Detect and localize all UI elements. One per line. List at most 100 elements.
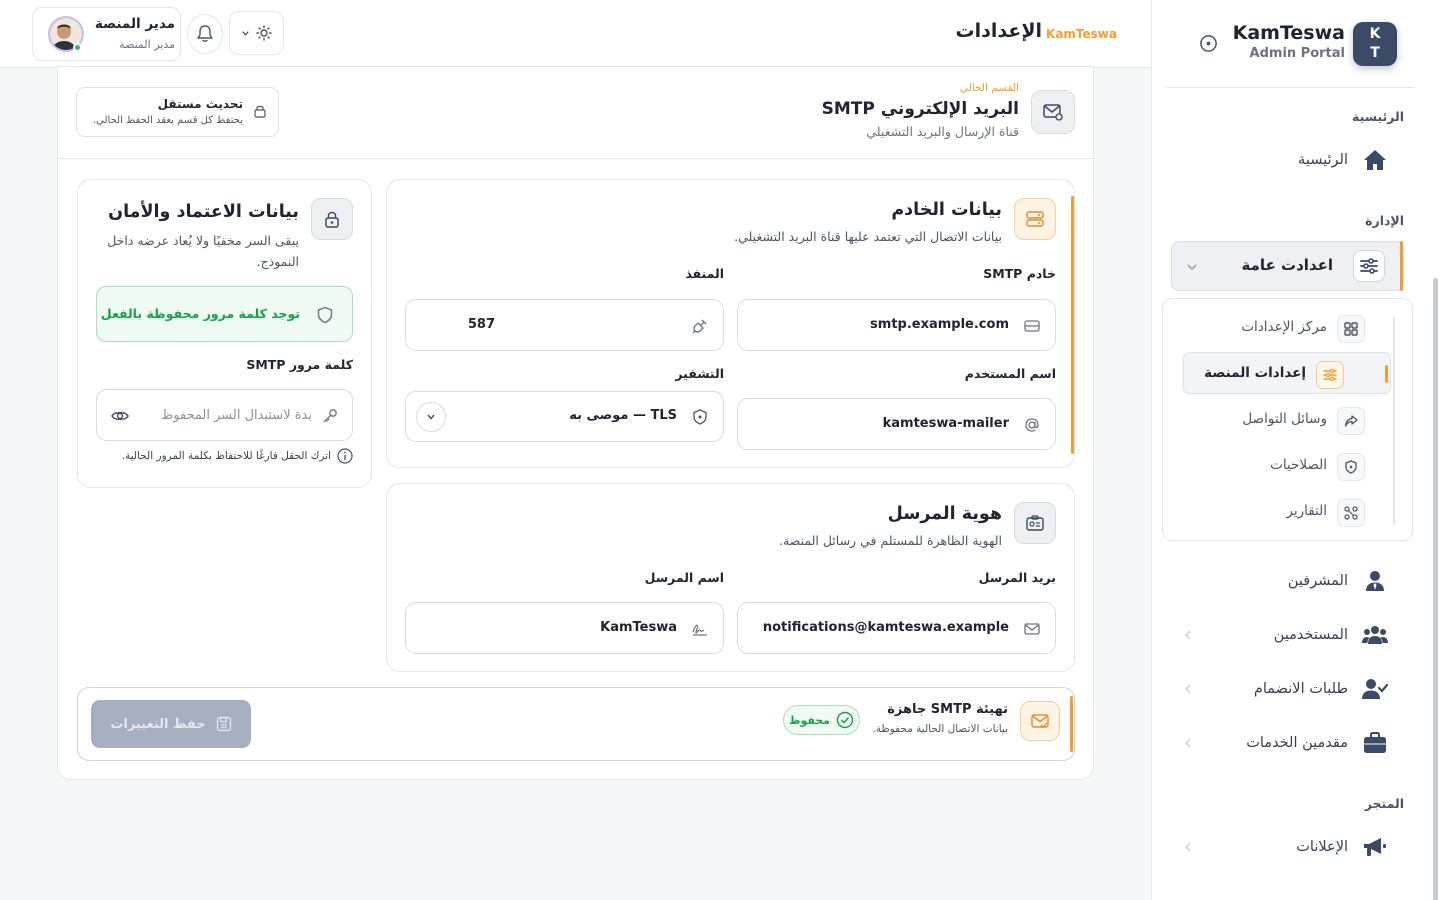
at-sign-icon bbox=[1025, 418, 1039, 432]
sidebar-item-join-requests[interactable]: طلبات الانضمام bbox=[1172, 667, 1408, 711]
current-section-label: القسم الحالي bbox=[959, 82, 1019, 94]
submenu-item-platform-settings[interactable]: إعدادات المنصة bbox=[1183, 352, 1391, 394]
smtp-host-value: smtp.example.com bbox=[870, 317, 1009, 332]
user-menu[interactable]: مدير المنصة مدير المنصة bbox=[32, 7, 181, 61]
port-value: 587 bbox=[467, 317, 495, 332]
mail-check-icon bbox=[1020, 701, 1060, 741]
panel-accent bbox=[1071, 196, 1074, 454]
user-role: مدير المنصة bbox=[119, 38, 175, 51]
submenu-item-reports[interactable]: التقارير bbox=[1183, 491, 1391, 533]
section-title-store: المتجر bbox=[1364, 796, 1404, 811]
server-data-panel: بيانات الخادم بيانات الاتصال التي تعتمد … bbox=[386, 179, 1075, 468]
smtp-settings-card: القسم الحالي البريد الإلكتروني SMTP قناة… bbox=[57, 66, 1094, 780]
lock-refresh-icon bbox=[254, 105, 266, 118]
user-name: مدير المنصة bbox=[94, 16, 175, 32]
sender-name-field[interactable]: KamTeswa bbox=[405, 602, 724, 654]
sidebar-item-supervisors[interactable]: المشرفين bbox=[1172, 559, 1408, 603]
sidebar-item-label: طلبات الانضمام bbox=[1253, 681, 1348, 697]
user-tie-icon bbox=[1362, 568, 1388, 594]
footer-status-subtitle: بيانات الاتصال الحالية محفوظة. bbox=[872, 723, 1008, 735]
home-icon bbox=[1362, 147, 1388, 173]
users-icon bbox=[1362, 622, 1388, 648]
submenu-guide-line bbox=[1393, 317, 1395, 525]
sender-name-value: KamTeswa bbox=[600, 620, 677, 635]
encryption-select[interactable]: TLS — موصى به bbox=[405, 391, 724, 442]
logo-initial-bottom: T bbox=[1370, 45, 1380, 61]
chevron-down-icon bbox=[242, 30, 249, 36]
password-hint: اترك الحقل فارغًا للاحتفاظ بكلمة المرور … bbox=[122, 448, 353, 464]
save-footer: تهيئة SMTP جاهزة بيانات الاتصال الحالية … bbox=[77, 687, 1075, 761]
credentials-security-panel: بيانات الاعتماد والأمان يبقى السر مخفيًا… bbox=[77, 179, 372, 488]
port-field[interactable]: 587 bbox=[405, 299, 724, 351]
active-indicator bbox=[1400, 241, 1403, 291]
status-badge: محفوظ bbox=[783, 705, 860, 735]
submenu-item-permissions[interactable]: الصلاحيات bbox=[1183, 445, 1391, 487]
id-card-icon bbox=[1014, 502, 1056, 544]
key-icon bbox=[323, 409, 337, 423]
credentials-panel-title: بيانات الاعتماد والأمان bbox=[108, 202, 299, 222]
sidebar-item-users[interactable]: المستخدمين bbox=[1172, 613, 1408, 657]
password-hint-text: اترك الحقل فارغًا للاحتفاظ بكلمة المرور … bbox=[121, 450, 331, 462]
brand-tag: KamTeswa bbox=[1046, 27, 1117, 41]
info-icon bbox=[337, 448, 353, 464]
subtitle-line: يبقى السر مخفيًا ولا يُعاد عرضه داخل bbox=[107, 233, 299, 248]
saved-password-note: توجد كلمة مرور محفوظة بالفعل bbox=[96, 286, 353, 342]
submenu-item-settings-center[interactable]: مركز الإعدادات bbox=[1183, 307, 1391, 349]
sidebar-item-service-providers[interactable]: مقدمين الخدمات bbox=[1172, 721, 1408, 765]
username-field[interactable]: kamteswa-mailer bbox=[737, 398, 1056, 450]
smtp-host-label: خادم SMTP bbox=[983, 266, 1056, 281]
smtp-host-field[interactable]: smtp.example.com bbox=[737, 299, 1056, 351]
check-circle-icon bbox=[836, 711, 854, 729]
sidebar-scrollbar[interactable] bbox=[1433, 278, 1438, 900]
sidebar-item-label: مقدمين الخدمات bbox=[1246, 735, 1348, 751]
submenu-item-social[interactable]: وسائل التواصل bbox=[1183, 399, 1391, 441]
eye-icon[interactable] bbox=[111, 407, 129, 425]
envelope-icon bbox=[1024, 623, 1040, 635]
plug-icon bbox=[692, 319, 707, 334]
theme-toggle-button[interactable] bbox=[229, 11, 284, 55]
sidebar-item-label: اعدادت عامة bbox=[1241, 256, 1333, 274]
brand-header: K T KamTeswa Admin Portal bbox=[1152, 0, 1440, 88]
chevron-left-icon bbox=[1184, 630, 1191, 640]
brand-logo[interactable]: K T bbox=[1353, 22, 1397, 66]
sidebar-item-label: المشرفين bbox=[1287, 573, 1348, 589]
chevron-down-icon bbox=[1187, 264, 1197, 271]
collapse-sidebar-icon[interactable] bbox=[1199, 34, 1218, 53]
bell-icon bbox=[197, 25, 213, 42]
port-label: المنفذ bbox=[685, 266, 724, 281]
sun-icon bbox=[256, 25, 272, 41]
sliders-icon bbox=[1353, 250, 1385, 282]
briefcase-icon bbox=[1362, 730, 1388, 756]
smtp-password-input[interactable] bbox=[142, 404, 312, 426]
sender-name-label: اسم المرسل bbox=[644, 570, 724, 585]
submenu-item-label: التقارير bbox=[1286, 503, 1327, 519]
saved-password-text: توجد كلمة مرور محفوظة بالفعل bbox=[100, 306, 300, 321]
sidebar-item-general-settings[interactable]: اعدادت عامة bbox=[1171, 241, 1404, 291]
active-indicator bbox=[1385, 365, 1388, 383]
lock-icon bbox=[311, 198, 353, 240]
sender-email-field[interactable]: notifications@kamteswa.example bbox=[737, 602, 1056, 654]
server-icon bbox=[1014, 198, 1056, 240]
share-icon bbox=[1337, 407, 1365, 435]
server-icon bbox=[1024, 320, 1040, 332]
brand-subtitle: Admin Portal bbox=[1249, 46, 1345, 61]
sender-panel-title: هوية المرسل bbox=[887, 504, 1002, 524]
shield-icon bbox=[1337, 453, 1365, 481]
save-changes-button[interactable]: حفظ التغييرات bbox=[91, 700, 251, 748]
sidebar-item-label: الإعلانات bbox=[1296, 839, 1348, 855]
topbar: الإعدادات KamTeswa مدير المنصة مدير المن… bbox=[0, 0, 1151, 68]
sidebar-item-home[interactable]: الرئيسية bbox=[1172, 138, 1408, 182]
credentials-panel-subtitle: يبقى السر مخفيًا ولا يُعاد عرضه داخل الن… bbox=[107, 230, 299, 272]
smtp-password-field[interactable] bbox=[96, 389, 353, 441]
sidebar-item-ads[interactable]: الإعلانات bbox=[1172, 825, 1408, 869]
sidebar-item-label: الرئيسية bbox=[1298, 152, 1348, 168]
independent-update-note: تحديث مستقل يحتفظ كل قسم بعقد الحفظ الحا… bbox=[76, 87, 279, 137]
notifications-button[interactable] bbox=[187, 14, 223, 54]
server-panel-title: بيانات الخادم bbox=[891, 200, 1002, 220]
submenu-item-label: مركز الإعدادات bbox=[1241, 319, 1327, 335]
encryption-value: TLS — موصى به bbox=[569, 408, 677, 423]
section-title-admin: الإدارة bbox=[1365, 213, 1404, 228]
independent-update-subtitle: يحتفظ كل قسم بعقد الحفظ الحالي. bbox=[92, 115, 243, 126]
submenu-item-label: وسائل التواصل bbox=[1242, 411, 1327, 427]
chevron-down-icon bbox=[416, 402, 446, 432]
